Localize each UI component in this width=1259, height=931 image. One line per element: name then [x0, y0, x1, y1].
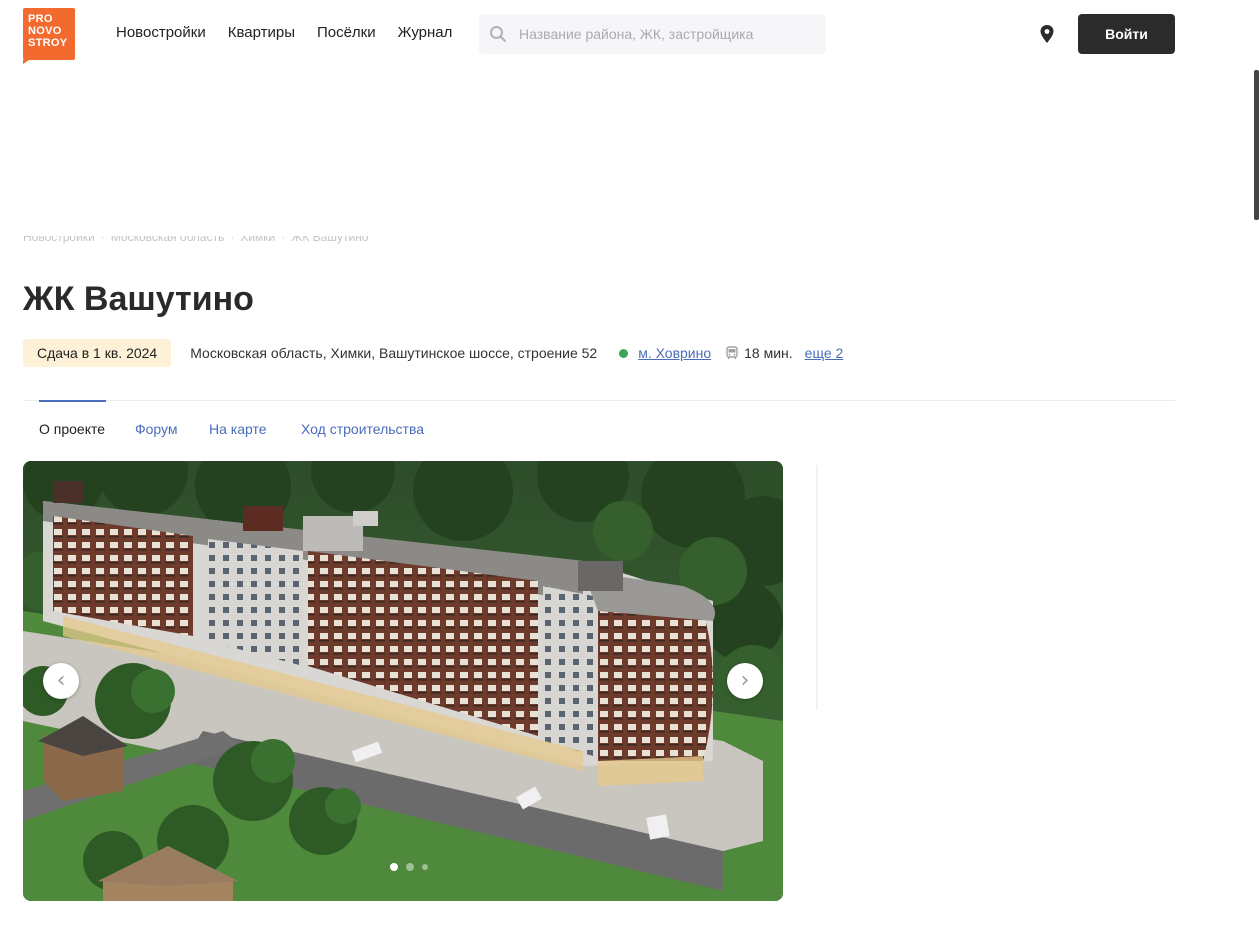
sidebar-placeholder — [816, 465, 818, 710]
tabs-divider — [23, 400, 1175, 401]
metro-line-dot — [619, 348, 629, 358]
breadcrumb-separator: · — [230, 236, 235, 244]
gallery-pagination — [390, 863, 428, 871]
breadcrumb-separator: · — [281, 236, 286, 244]
site-logo[interactable]: PRO NOVO STROY — [23, 8, 75, 64]
completion-badge: Сдача в 1 кв. 2024 — [23, 339, 172, 367]
page-title: ЖК Вашутино — [23, 280, 254, 318]
breadcrumb-item[interactable]: Новостройки — [23, 236, 95, 244]
search-icon — [490, 26, 506, 42]
logo-line-1: PRO — [28, 13, 53, 25]
nav-item-novostroyki[interactable]: Новостройки — [116, 24, 206, 41]
metro-link[interactable]: м. Ховрино — [638, 345, 711, 361]
site-header: PRO NOVO STROY Новостройки Квартиры Посё… — [0, 0, 1259, 68]
gallery-dot-2[interactable] — [406, 863, 414, 871]
nav-item-kvartiry[interactable]: Квартиры — [228, 24, 295, 41]
tab-forum[interactable]: Форум — [135, 421, 209, 437]
tab-about[interactable]: О проекте — [39, 421, 135, 437]
bus-icon — [726, 346, 738, 359]
search-input[interactable] — [519, 14, 819, 54]
breadcrumb-separator: · — [100, 236, 105, 244]
location-pin-icon[interactable] — [1039, 25, 1055, 43]
gallery-prev-button[interactable]: ‹ — [43, 663, 79, 699]
gallery-next-button[interactable]: › — [727, 663, 763, 699]
nav-item-zhurnal[interactable]: Журнал — [398, 24, 453, 41]
breadcrumb: Новостройки · Московская область · Химки… — [23, 236, 368, 250]
gallery-dot-1[interactable] — [390, 863, 398, 871]
complex-meta: Сдача в 1 кв. 2024 Московская область, Х… — [23, 339, 843, 367]
travel-time: 18 мин. — [744, 345, 793, 361]
nav-item-posyolki[interactable]: Посёлки — [317, 24, 376, 41]
tab-map[interactable]: На карте — [209, 421, 301, 437]
more-metro-link[interactable]: еще 2 — [805, 345, 844, 361]
search-box — [479, 14, 826, 54]
active-tab-indicator — [39, 400, 106, 402]
tab-bar: О проекте Форум На карте Ход строительст… — [39, 421, 424, 437]
tab-construction-progress[interactable]: Ход строительства — [301, 421, 424, 437]
gallery-dot-3[interactable] — [422, 864, 428, 870]
breadcrumb-item[interactable]: Химки — [240, 236, 275, 244]
main-nav: Новостройки Квартиры Посёлки Журнал — [116, 24, 452, 41]
photo-gallery[interactable]: ‹ › — [23, 461, 783, 901]
scrollbar[interactable] — [1254, 70, 1259, 220]
building-render-image — [23, 461, 783, 901]
login-button[interactable]: Войти — [1078, 14, 1175, 54]
logo-line-3: STROY — [28, 37, 68, 49]
logo-line-2: NOVO — [28, 25, 62, 37]
breadcrumb-item-current: ЖК Вашутино — [291, 236, 369, 244]
address-text: Московская область, Химки, Вашутинское ш… — [190, 345, 598, 361]
breadcrumb-item[interactable]: Московская область — [111, 236, 225, 244]
